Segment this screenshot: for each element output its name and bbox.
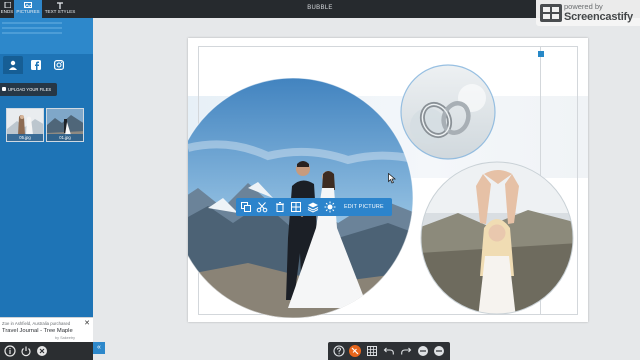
couple-photo-bubble[interactable]	[188, 68, 428, 322]
instagram-icon	[54, 60, 64, 70]
facebook-icon	[31, 60, 41, 70]
zoom-out-icon[interactable]	[417, 345, 429, 357]
undo-icon[interactable]	[383, 345, 395, 357]
source-tabs	[0, 56, 93, 76]
help-icon[interactable]	[333, 345, 345, 357]
mouse-pointer-icon	[388, 173, 396, 184]
sidebar-header-ghost	[2, 22, 62, 24]
notification-product[interactable]: Travel Journal - Tree Maple	[2, 328, 73, 334]
close-icon[interactable]	[36, 345, 48, 357]
zoom-in-icon[interactable]	[433, 345, 445, 357]
picture-thumbnail[interactable]: 05.jpg	[6, 108, 44, 142]
trash-icon[interactable]	[274, 201, 286, 213]
tab-facebook[interactable]	[26, 56, 46, 74]
tab-my-uploads[interactable]	[3, 56, 23, 74]
brightness-icon[interactable]	[324, 201, 336, 213]
no-snap-icon[interactable]	[349, 345, 361, 357]
sidebar-footer	[0, 342, 93, 360]
scissors-icon[interactable]	[256, 201, 268, 213]
edit-picture-button[interactable]: EDIT PICTURE	[344, 204, 384, 210]
grid-icon[interactable]	[290, 201, 302, 213]
screencastify-watermark: powered by Screencastify	[536, 0, 640, 26]
watermark-brand: Screencastify	[564, 11, 633, 23]
picture-toolbar: EDIT PICTURE	[236, 198, 392, 216]
screencastify-logo	[540, 4, 562, 22]
notification-source: by Sakeetry	[55, 336, 76, 340]
sidebar-header	[0, 18, 93, 54]
sidebar: UPLOAD YOUR FILES 05.jpg 01.jpg	[0, 18, 93, 360]
notification-text: Zoe in Ashfield, Australia purchased	[2, 321, 71, 326]
info-icon[interactable]	[4, 345, 16, 357]
picture-thumbnail[interactable]: 01.jpg	[46, 108, 84, 142]
purchase-notification: Zoe in Ashfield, Australia purchased Tra…	[0, 317, 93, 342]
upload-files-button[interactable]: UPLOAD YOUR FILES	[0, 83, 57, 96]
power-icon[interactable]	[20, 345, 32, 357]
rings-photo-bubble[interactable]	[398, 63, 498, 163]
close-icon[interactable]: ✕	[84, 319, 90, 327]
grid-icon[interactable]	[366, 345, 378, 357]
user-icon	[9, 60, 17, 70]
upload-icon	[2, 87, 6, 91]
watermark-powered-by: powered by	[564, 2, 603, 11]
layers-icon[interactable]	[307, 201, 319, 213]
canvas-controls	[328, 342, 450, 360]
bride-photo-bubble[interactable]	[418, 158, 578, 318]
thumbnail-caption: 01.jpg	[47, 134, 83, 141]
upload-files-label: UPLOAD YOUR FILES	[8, 87, 52, 92]
redo-icon[interactable]	[400, 345, 412, 357]
collapse-sidebar-button[interactable]: «	[93, 342, 105, 354]
copy-icon[interactable]	[240, 201, 252, 213]
chevrons-left-icon: «	[97, 344, 101, 351]
tab-instagram[interactable]	[49, 56, 69, 74]
thumbnail-caption: 05.jpg	[7, 134, 43, 141]
